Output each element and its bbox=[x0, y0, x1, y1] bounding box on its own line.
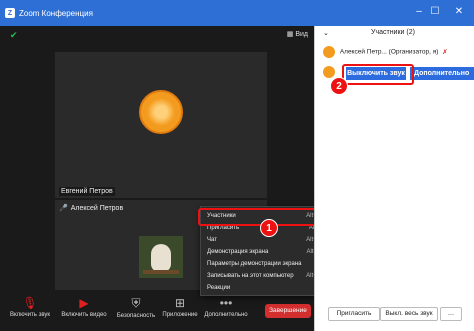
ellipsis-button[interactable]: … bbox=[440, 307, 462, 321]
security-label: Безопасность bbox=[116, 313, 156, 319]
panel-header: ⌄ Участники (2) bbox=[315, 26, 474, 40]
end-meeting-button[interactable]: Завершение bbox=[265, 304, 311, 318]
mic-muted-icon: 🎤 bbox=[59, 205, 68, 212]
menu-item-chat[interactable]: ЧатAlt+H bbox=[201, 235, 327, 246]
maximize-icon[interactable]: ☐ bbox=[428, 6, 442, 18]
tile-name: Евгений Петров bbox=[59, 187, 115, 196]
avatar bbox=[323, 46, 335, 58]
menu-label: Чат bbox=[207, 237, 217, 243]
view-button[interactable]: ▦ Вид bbox=[287, 30, 308, 38]
title-bar: Z Zoom Конференция – ☐ ✕ bbox=[0, 0, 474, 26]
unmute-button[interactable]: 🎙 Включить звук bbox=[2, 296, 58, 318]
security-shield-icon[interactable]: ✔ bbox=[10, 30, 18, 41]
unmute-label: Включить звук bbox=[9, 312, 50, 318]
apps-label: Приложение bbox=[162, 312, 198, 318]
start-video-button[interactable]: ▶ Включить видео bbox=[56, 296, 112, 318]
mute-all-button[interactable]: Выкл. весь звук bbox=[380, 307, 438, 321]
video-tile-evgeny[interactable]: Евгений Петров bbox=[55, 52, 267, 198]
menu-item-record[interactable]: Записывать на этот компьютерAlt+R bbox=[201, 271, 327, 282]
minimize-icon[interactable]: – bbox=[412, 6, 426, 18]
menu-label: Демонстрация экрана bbox=[207, 249, 269, 255]
window-title: Zoom Конференция bbox=[19, 8, 93, 18]
menu-label: Параметры демонстрации экрана bbox=[207, 261, 302, 267]
menu-label: Реакции bbox=[207, 285, 231, 291]
mic-muted-icon: ✗ bbox=[442, 48, 448, 56]
highlight-mute-button bbox=[342, 64, 414, 85]
view-label: Вид bbox=[295, 31, 308, 38]
step-badge-1: 1 bbox=[260, 219, 278, 237]
menu-label: Записывать на этот компьютер bbox=[207, 273, 294, 279]
tile-name-text: Алексей Петров bbox=[70, 205, 124, 212]
participant-name: Алексей Петр... (Организатор, я) bbox=[339, 48, 439, 56]
menu-item-share-options[interactable]: Параметры демонстрации экрана bbox=[201, 259, 327, 270]
panel-title: Участники (2) bbox=[371, 29, 415, 36]
panel-footer: Пригласить Выкл. весь звук … bbox=[314, 303, 474, 331]
video-off-icon: ▶ bbox=[79, 296, 89, 310]
owl-avatar-image bbox=[139, 236, 183, 278]
zoom-window: Z Zoom Конференция – ☐ ✕ ✔ ▦ Вид Евгений… bbox=[0, 0, 474, 331]
more-button[interactable]: ••• Дополнительно bbox=[198, 296, 254, 318]
ellipsis-icon: ••• bbox=[219, 296, 233, 310]
chevron-down-icon[interactable]: ⌄ bbox=[323, 29, 329, 37]
meeting-toolbar: 🎙 Включить звук ▶ Включить видео ⛨ Безопасн… bbox=[0, 290, 314, 331]
menu-item-share-screen[interactable]: Демонстрация экранаAlt+S bbox=[201, 247, 327, 258]
video-label: Включить видео bbox=[61, 312, 107, 318]
zoom-logo-icon: Z bbox=[5, 8, 15, 18]
menu-item-reactions[interactable]: Реакции bbox=[201, 283, 327, 294]
close-icon[interactable]: ✕ bbox=[452, 6, 466, 18]
participant-row-host[interactable]: Алексей Петр... (Организатор, я) ✗ bbox=[323, 46, 474, 58]
more-label: Дополнительно bbox=[204, 312, 248, 318]
step-badge-2: 2 bbox=[330, 77, 348, 95]
invite-button[interactable]: Пригласить bbox=[328, 307, 380, 321]
tile-name: 🎤 Алексей Петров bbox=[59, 204, 123, 212]
avatar bbox=[323, 66, 335, 78]
participant-more-button[interactable]: Дополнительно bbox=[410, 67, 474, 80]
orange-avatar-image bbox=[139, 90, 183, 134]
mic-off-icon: 🎙 bbox=[22, 296, 38, 310]
